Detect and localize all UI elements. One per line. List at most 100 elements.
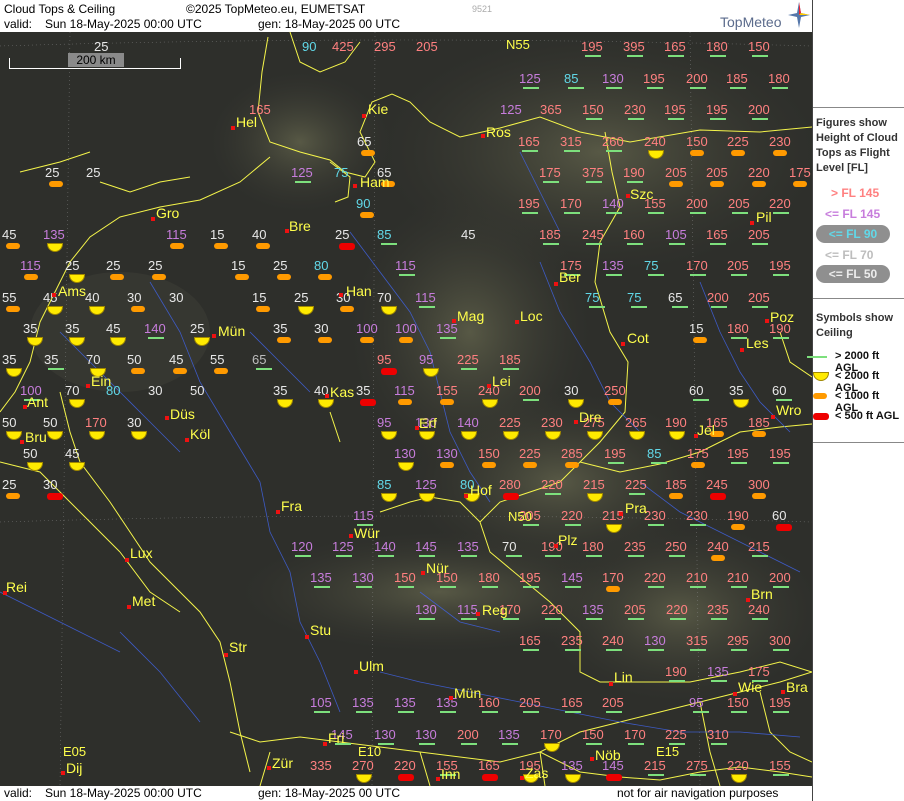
city-label: Brn <box>751 586 773 602</box>
map-area[interactable]: 200 km 25 90 425 295 205 195 395 165 180 150 125 85… <box>0 32 812 786</box>
cloud-top-value: 80 <box>314 258 329 273</box>
ceiling-line-icon <box>651 462 667 464</box>
cloud-top-value: 130 <box>352 570 374 585</box>
ceiling-line-icon <box>773 462 789 464</box>
ceiling-line-icon <box>606 711 622 713</box>
cloud-top-value: 35 <box>65 321 80 336</box>
ceiling-line-icon <box>461 368 477 370</box>
cloud-top-value: 160 <box>623 227 645 242</box>
cloud-top-value: 35 <box>356 383 371 398</box>
ceiling-line-icon <box>732 212 748 214</box>
city-label: Stu <box>310 622 332 638</box>
ceiling-line-icon <box>648 274 664 276</box>
cloud-top-value: 200 <box>686 71 708 86</box>
city-marker-icon <box>323 742 327 746</box>
cloud-top-value: 155 <box>769 758 791 773</box>
cloud-top-value: 130 <box>436 446 458 461</box>
cloud-top-value: 25 <box>106 258 121 273</box>
city-label: Pra <box>625 500 647 516</box>
city-marker-icon <box>436 777 440 781</box>
city-label: Bra <box>786 679 808 695</box>
ceiling-line-icon <box>545 493 561 495</box>
cloud-top-value: 195 <box>769 695 791 710</box>
footer-valid-time: Sun 18-May-2025 00:00 UTC <box>45 786 202 800</box>
city-label: Erf <box>419 415 437 431</box>
ceiling-line-icon <box>627 55 643 57</box>
city-marker-icon <box>185 438 189 442</box>
ceiling-orange-icon <box>440 399 454 405</box>
cloud-top-value: 195 <box>519 570 541 585</box>
cloud-top-value: 160 <box>478 695 500 710</box>
cloud-top-value: 155 <box>436 383 458 398</box>
cloud-top-value: 240 <box>748 602 770 617</box>
city-marker-icon <box>733 692 737 696</box>
cloud-top-value: 310 <box>707 727 729 742</box>
ceiling-orange-icon <box>256 243 270 249</box>
ceiling-line-icon <box>627 181 643 183</box>
chart-id: 9521 <box>472 4 493 14</box>
ceiling-line-icon <box>586 243 602 245</box>
ceiling-orange-icon <box>318 274 332 280</box>
ceiling-orange-icon <box>277 274 291 280</box>
cloud-top-value: 245 <box>706 477 728 492</box>
city-label: Rei <box>6 579 28 595</box>
city-label: Str <box>229 639 247 655</box>
city-label: Lin <box>614 669 633 685</box>
city-marker-icon <box>621 342 625 346</box>
ceiling-line-icon <box>710 55 726 57</box>
city-label: Ant <box>27 394 49 410</box>
cloud-top-value: 185 <box>665 477 687 492</box>
ceiling-line-icon <box>564 212 580 214</box>
ceiling-line-icon <box>670 618 686 620</box>
cloud-top-value: 185 <box>499 352 521 367</box>
city-label: Bru <box>25 429 47 445</box>
cloud-top-value: 50 <box>23 446 38 461</box>
city-label: Reg <box>482 602 508 618</box>
cloud-top-value: 135 <box>582 602 604 617</box>
ceiling-orange-icon <box>131 306 145 312</box>
city-marker-icon <box>23 405 27 409</box>
graticule-label: E05 <box>63 744 87 759</box>
generated-time: gen: 18-May-2025 00 UTC <box>258 17 401 31</box>
ceiling-line-icon <box>773 337 789 339</box>
cloud-top-value: 135 <box>602 258 624 273</box>
symbols-heading-2: Ceiling <box>816 327 853 339</box>
ceiling-line-icon <box>314 586 330 588</box>
city-marker-icon <box>452 319 456 323</box>
cloud-top-value: 220 <box>644 570 666 585</box>
cloud-top-value: 150 <box>394 570 416 585</box>
city-marker-icon <box>464 494 468 498</box>
ceiling-line-icon <box>502 743 518 745</box>
city-label: Ams <box>58 283 86 299</box>
legend-panel: Figures show Height of Cloud Tops as Fli… <box>807 0 904 801</box>
city-marker-icon <box>449 696 453 700</box>
cloud-top-value: 150 <box>582 102 604 117</box>
cloud-top-value: 115 <box>394 383 415 398</box>
cloud-top-value: 150 <box>748 39 770 54</box>
cloud-top-value: 25 <box>65 258 80 273</box>
cloud-top-value: 195 <box>518 196 540 211</box>
ceiling-orange-icon <box>482 462 496 468</box>
cloud-top-value: 165 <box>518 134 540 149</box>
scale-bar: 200 km <box>9 53 181 70</box>
cloud-top-value: 250 <box>604 383 626 398</box>
cloud-top-value: 30 <box>564 383 579 398</box>
cloud-top-value: 170 <box>85 415 107 430</box>
ceiling-line-icon <box>710 243 726 245</box>
ceiling-line-icon <box>585 55 601 57</box>
ceiling-line-icon <box>565 711 581 713</box>
city-marker-icon <box>339 293 343 297</box>
ceiling-red-icon <box>47 493 63 500</box>
cloud-top-value: 135 <box>436 321 458 336</box>
cloud-top-value: 75 <box>644 258 659 273</box>
cloud-top-value: 25 <box>335 227 350 242</box>
cloud-top-value: 240 <box>707 539 729 554</box>
ceiling-line-icon <box>295 555 311 557</box>
ceiling-line-icon <box>565 649 581 651</box>
cloud-top-value: 140 <box>144 321 166 336</box>
topmeteo-logo[interactable]: TopMeteo <box>720 14 781 30</box>
cloud-top-value: 200 <box>457 727 479 742</box>
city-marker-icon <box>362 114 366 118</box>
valid-label: valid: <box>4 17 33 31</box>
city-marker-icon <box>151 217 155 221</box>
